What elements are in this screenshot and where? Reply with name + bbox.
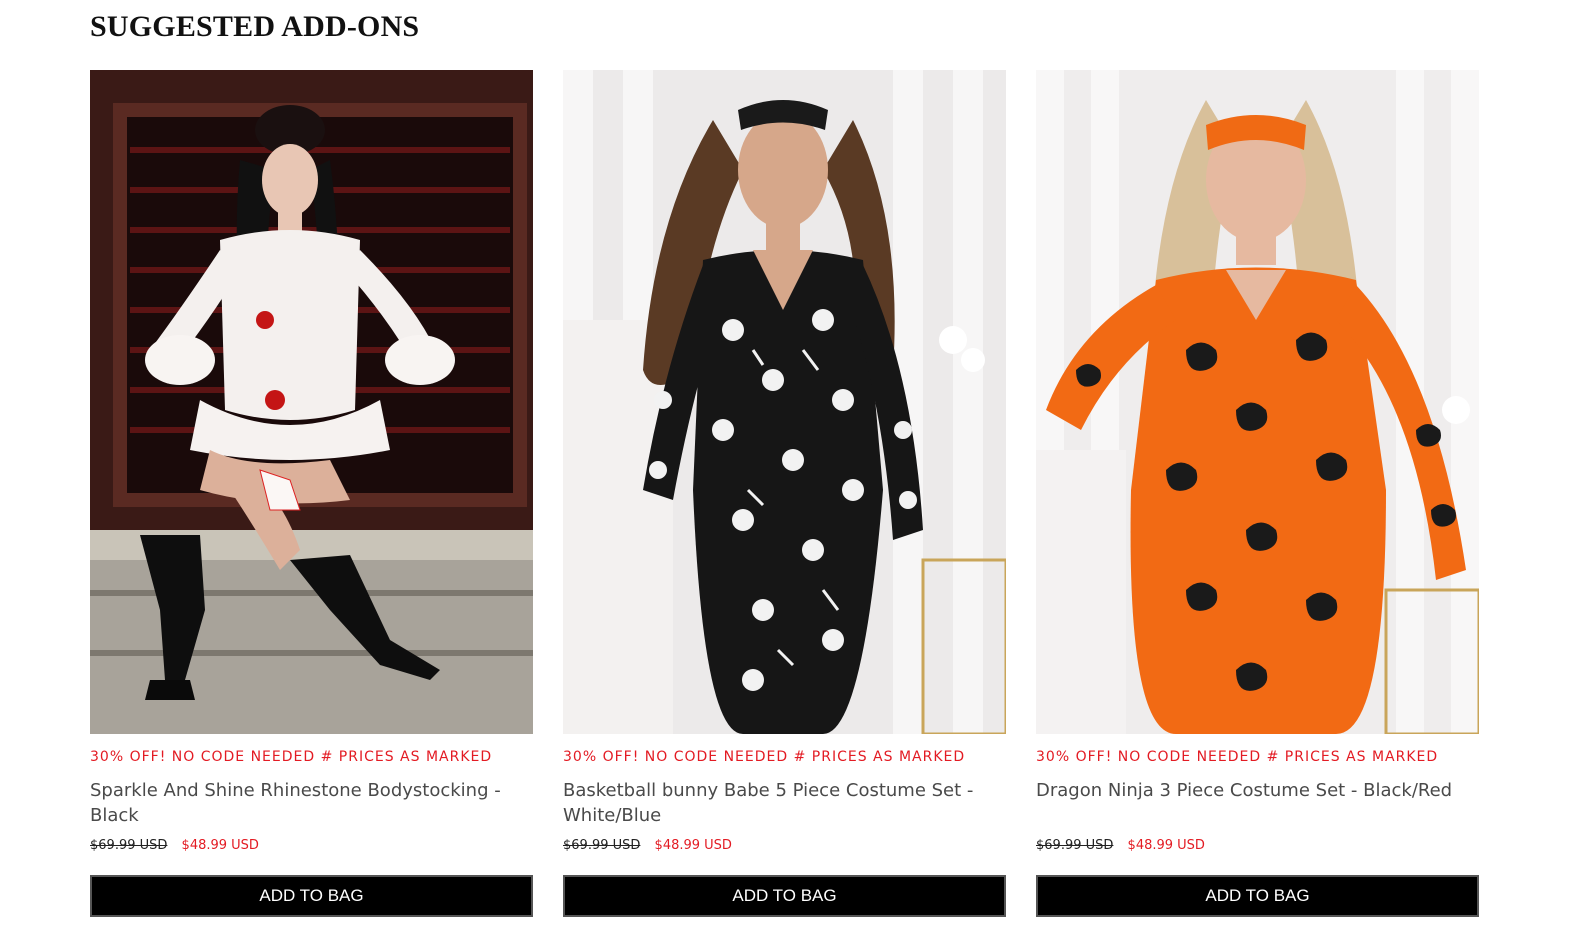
promo-text: 30% OFF! NO CODE NEEDED # PRICES AS MARK…: [90, 749, 493, 765]
price-row: $69.99 USD $48.99 USD: [563, 838, 732, 853]
original-price: $69.99 USD: [563, 838, 641, 853]
add-to-bag-button[interactable]: ADD TO BAG: [1036, 875, 1479, 917]
promo-text: 30% OFF! NO CODE NEEDED # PRICES AS MARK…: [1036, 749, 1439, 765]
product-image[interactable]: [1036, 70, 1479, 734]
product-grid: 30% OFF! NO CODE NEEDED # PRICES AS MARK…: [90, 70, 1479, 930]
sale-price: $48.99 USD: [181, 838, 259, 853]
product-name[interactable]: Basketball bunny Babe 5 Piece Costume Se…: [563, 778, 993, 828]
add-to-bag-button[interactable]: ADD TO BAG: [563, 875, 1006, 917]
sale-price: $48.99 USD: [1127, 838, 1205, 853]
promo-text: 30% OFF! NO CODE NEEDED # PRICES AS MARK…: [563, 749, 966, 765]
product-card: 30% OFF! NO CODE NEEDED # PRICES AS MARK…: [1036, 70, 1479, 930]
sale-price: $48.99 USD: [654, 838, 732, 853]
skeleton-jumpsuit-photo: [563, 70, 1006, 734]
product-card: 30% OFF! NO CODE NEEDED # PRICES AS MARK…: [563, 70, 1006, 930]
original-price: $69.99 USD: [1036, 838, 1114, 853]
price-row: $69.99 USD $48.99 USD: [90, 838, 259, 853]
product-image[interactable]: [90, 70, 533, 734]
section-title: SUGGESTED ADD-ONS: [90, 10, 420, 43]
product-image[interactable]: [563, 70, 1006, 734]
product-name[interactable]: Sparkle And Shine Rhinestone Bodystockin…: [90, 778, 520, 828]
product-name[interactable]: Dragon Ninja 3 Piece Costume Set - Black…: [1036, 778, 1466, 803]
add-to-bag-button[interactable]: ADD TO BAG: [90, 875, 533, 917]
price-row: $69.99 USD $48.99 USD: [1036, 838, 1205, 853]
original-price: $69.99 USD: [90, 838, 168, 853]
black-cat-jumpsuit-photo: [1036, 70, 1479, 734]
product-card: 30% OFF! NO CODE NEEDED # PRICES AS MARK…: [90, 70, 533, 930]
clown-costume-photo: [90, 70, 533, 734]
